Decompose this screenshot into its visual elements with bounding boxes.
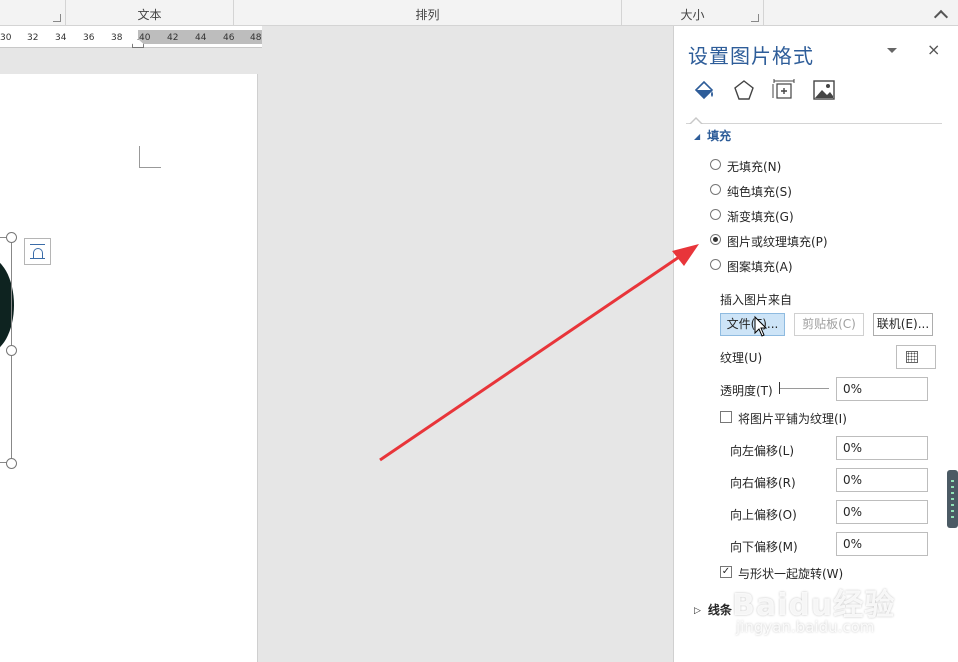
offset-left-input[interactable]: 0%: [836, 436, 928, 460]
ruler-tick: 38: [111, 33, 123, 43]
ribbon-group-prev: [0, 0, 66, 26]
insert-picture-from-label: 插入图片来自: [720, 293, 793, 307]
texture-swatch-icon: [906, 351, 918, 363]
texture-picker[interactable]: [896, 345, 936, 369]
radio-button-selected[interactable]: [710, 234, 721, 245]
ribbon-group-size: 大小: [622, 0, 764, 26]
ruler-tick: 36: [83, 33, 95, 43]
close-icon[interactable]: ×: [927, 40, 940, 59]
offset-right-input[interactable]: 0%: [836, 468, 928, 492]
document-page[interactable]: [0, 74, 258, 662]
collapsed-triangle-icon: ▷: [694, 605, 701, 616]
effects-pentagon-icon[interactable]: [732, 78, 756, 102]
file-button[interactable]: 文件(F)...: [720, 313, 785, 336]
tile-label: 将图片平铺为纹理(I): [738, 412, 847, 426]
line-section-label: 线条: [707, 603, 732, 617]
margin-corner-mark: [139, 146, 161, 168]
clipboard-button[interactable]: 剪贴板(C): [794, 313, 864, 336]
line-section-header[interactable]: ▷ 线条: [694, 601, 732, 618]
ribbon-group-label: 文本: [137, 8, 162, 22]
online-button[interactable]: 联机(E)...: [873, 313, 933, 336]
offset-left-label: 向左偏移(L): [730, 444, 795, 458]
baidu-watermark: Baidu经验 jingyan.baidu.com: [732, 580, 895, 636]
pane-options-dropdown-icon[interactable]: [887, 48, 897, 53]
picture-icon[interactable]: [812, 78, 836, 102]
fill-section-header[interactable]: ◢ 填充: [694, 127, 731, 144]
transparency-slider-thumb[interactable]: [779, 382, 780, 394]
ruler-tick: 48: [250, 33, 262, 43]
radio-button[interactable]: [710, 259, 721, 270]
tile-checkbox[interactable]: [720, 411, 732, 423]
layout-size-icon[interactable]: [772, 78, 796, 102]
collapse-ribbon-icon[interactable]: [933, 9, 949, 25]
format-picture-pane: 设置图片格式 × ◢ 填充 无填充(N) 纯色填充(S) 渐变填充(G) 图片或…: [673, 26, 958, 662]
offset-top-input[interactable]: 0%: [836, 500, 928, 524]
radio-label: 渐变填充(G): [727, 210, 794, 224]
ribbon-group-label: 排列: [415, 8, 440, 22]
active-tab-pointer-inner: [690, 119, 702, 125]
watermark-url: jingyan.baidu.com: [736, 618, 875, 636]
transparency-label: 透明度(T): [720, 384, 773, 398]
red-arrow-shaft: [379, 253, 683, 462]
ruler-tick: 32: [27, 33, 39, 43]
radio-button[interactable]: [710, 159, 721, 170]
offset-right-label: 向右偏移(R): [730, 476, 796, 490]
dialog-launcher-icon[interactable]: [751, 14, 759, 22]
ribbon-group-bar: 文本 排列 大小: [0, 0, 958, 26]
radio-label: 无填充(N): [727, 160, 782, 174]
pane-scrollbar-thumb[interactable]: [947, 470, 958, 528]
fill-line-icon[interactable]: [692, 78, 716, 102]
expand-triangle-icon: ◢: [694, 132, 701, 141]
ribbon-group-text: 文本: [66, 0, 234, 26]
resize-handle[interactable]: [6, 345, 17, 356]
pane-title: 设置图片格式: [688, 44, 814, 68]
radio-button[interactable]: [710, 184, 721, 195]
horizontal-ruler[interactable]: 30 32 34 36 38 40 42 44 46 48: [0, 26, 262, 48]
ribbon-group-label: 大小: [680, 8, 705, 22]
ruler-tick: 44: [195, 33, 207, 43]
transparency-slider[interactable]: [779, 388, 829, 389]
offset-bottom-label: 向下偏移(M): [730, 540, 798, 554]
ruler-tick: 34: [55, 33, 67, 43]
radio-button[interactable]: [710, 209, 721, 220]
radio-label: 图案填充(A): [727, 260, 793, 274]
layout-options-icon[interactable]: [24, 238, 51, 265]
radio-label: 纯色填充(S): [727, 185, 792, 199]
dialog-launcher-icon[interactable]: [53, 14, 61, 22]
ruler-tick: 42: [167, 33, 179, 43]
resize-handle[interactable]: [6, 232, 17, 243]
texture-label: 纹理(U): [720, 351, 763, 365]
resize-handle[interactable]: [6, 458, 17, 469]
transparency-input[interactable]: 0%: [836, 377, 928, 401]
ruler-tick: 30: [0, 33, 12, 43]
pane-tab-separator: [686, 123, 942, 124]
radio-label: 图片或纹理填充(P): [727, 235, 828, 249]
fill-section-label: 填充: [707, 129, 732, 143]
offset-bottom-input[interactable]: 0%: [836, 532, 928, 556]
rotate-with-shape-checkbox[interactable]: ✓: [720, 566, 732, 578]
ribbon-group-arrange: 排列: [234, 0, 622, 26]
offset-top-label: 向上偏移(O): [730, 508, 797, 522]
ruler-tick: 46: [223, 33, 235, 43]
